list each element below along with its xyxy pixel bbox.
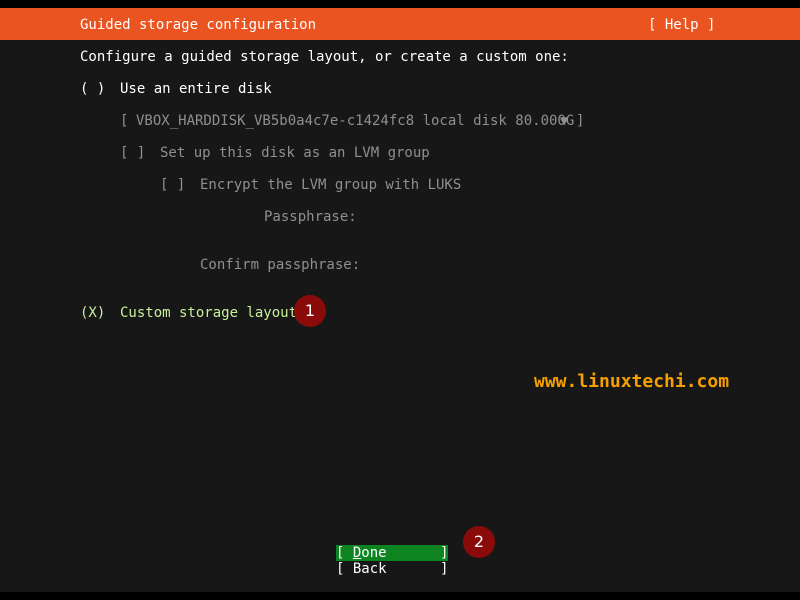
intro-text: Configure a guided storage layout, or cr… <box>80 49 569 65</box>
entire-disk-label: Use an entire disk <box>120 81 272 97</box>
back-button[interactable]: [ Back] <box>336 561 448 577</box>
confirm-passphrase-input[interactable] <box>360 257 580 273</box>
annotation-marker-2: 2 <box>463 526 495 558</box>
terminal-window: Guided storage configuration [ Help ] Co… <box>0 8 800 592</box>
encrypt-luks-checkbox[interactable]: [ ] <box>160 177 185 193</box>
disk-select-close-bracket: ] <box>576 113 585 129</box>
done-button[interactable]: [ Done] <box>336 545 448 561</box>
back-close-bracket: ] <box>440 561 449 577</box>
back-open-bracket: [ <box>336 561 353 577</box>
annotation-marker-1: 1 <box>294 295 326 327</box>
watermark-text: www.linuxtechi.com <box>534 371 730 392</box>
chevron-down-icon: ▼ <box>560 113 569 129</box>
lvm-group-checkbox[interactable]: [ ] <box>120 145 145 161</box>
page-title: Guided storage configuration <box>80 17 317 33</box>
passphrase-input[interactable] <box>360 209 580 225</box>
confirm-passphrase-label: Confirm passphrase: <box>200 257 361 273</box>
help-button[interactable]: [ Help ] <box>648 17 715 33</box>
lvm-group-label: Set up this disk as an LVM group <box>160 145 430 161</box>
header-bar: Guided storage configuration [ Help ] <box>0 8 800 40</box>
encrypt-luks-label: Encrypt the LVM group with LUKS <box>200 177 462 193</box>
installer-screen: Guided storage configuration [ Help ] Co… <box>0 0 800 600</box>
passphrase-label: Passphrase: <box>264 209 357 225</box>
disk-select-value: VBOX_HARDDISK_VB5b0a4c7e-c1424fc8 local … <box>136 113 575 129</box>
custom-layout-label: Custom storage layout <box>120 305 298 321</box>
back-label: Back <box>352 561 387 577</box>
done-label-rest: one <box>361 545 387 561</box>
done-close-bracket: ] <box>440 545 449 561</box>
done-open-bracket: [ <box>336 545 353 561</box>
entire-disk-radio[interactable]: ( ) <box>80 81 105 97</box>
disk-select-open-bracket: [ <box>120 113 129 129</box>
custom-layout-radio[interactable]: (X) <box>80 305 105 321</box>
